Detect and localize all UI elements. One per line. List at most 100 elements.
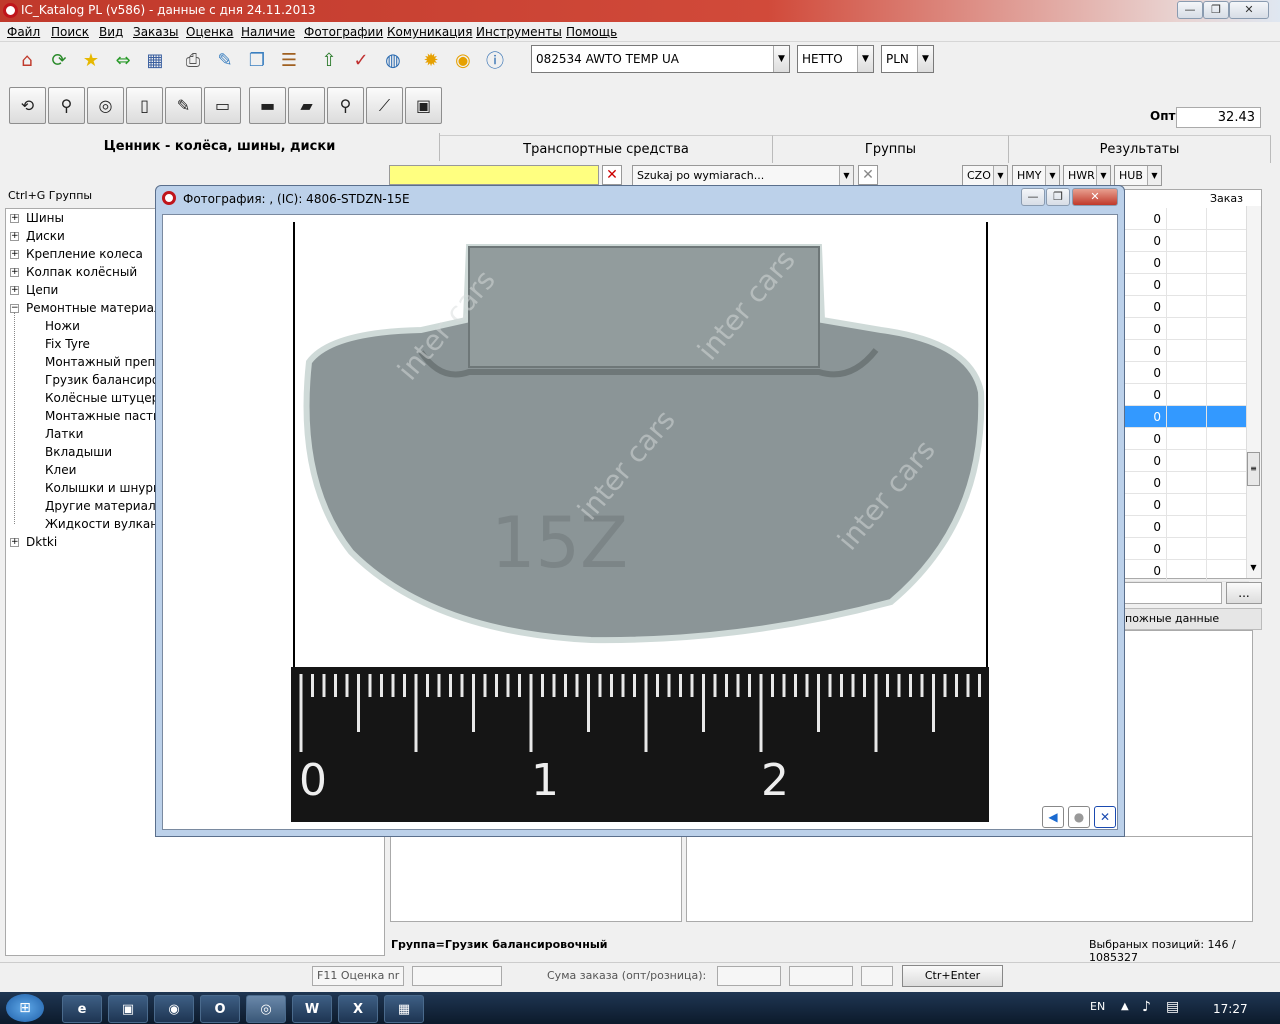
photo-maximize-button[interactable]: ❐: [1046, 188, 1070, 206]
menu-view[interactable]: Вид: [99, 25, 123, 39]
price-type-select[interactable]: НЕТТО ▼: [797, 45, 874, 73]
table-row[interactable]: 0: [1124, 406, 1249, 428]
expand-icon[interactable]: +: [10, 286, 19, 295]
table-row[interactable]: 0: [1124, 208, 1249, 230]
menu-file[interactable]: Файл: [7, 25, 40, 39]
start-button[interactable]: ⊞: [6, 994, 44, 1022]
dimension-search-select[interactable]: Szukaj po wymiarach... ▼: [632, 165, 854, 186]
close-photo-button[interactable]: ✕: [1094, 806, 1116, 828]
details-tab[interactable]: пожные данные: [1120, 608, 1262, 630]
ie-icon[interactable]: e: [62, 995, 102, 1023]
info-icon[interactable]: ⓘ: [482, 47, 508, 73]
menu-availability[interactable]: Наличие: [241, 25, 295, 39]
tree-sub-item[interactable]: Fix Tyre: [45, 337, 90, 351]
check-doc-icon[interactable]: ✓: [348, 47, 374, 73]
network-icon[interactable]: ▤: [1166, 999, 1179, 1015]
arrows-icon[interactable]: ⇔: [110, 47, 136, 73]
notes-icon[interactable]: ☰: [276, 47, 302, 73]
refresh-icon[interactable]: ⟳: [46, 47, 72, 73]
home-icon[interactable]: ⌂: [14, 47, 40, 73]
tree-item[interactable]: Шины: [26, 211, 64, 225]
volume-icon[interactable]: ♪: [1142, 999, 1151, 1015]
trailer-button[interactable]: ▭: [204, 87, 241, 124]
save-icon[interactable]: ▣: [108, 995, 148, 1023]
tree-item[interactable]: Колпак колёсный: [26, 265, 137, 279]
hub-select[interactable]: HUB ▼: [1114, 165, 1162, 186]
tree-sub-item[interactable]: Колышки и шнуры: [45, 481, 162, 495]
tab-price-list[interactable]: Ценник - колёса, шины, диски: [0, 133, 440, 161]
menu-search[interactable]: Поиск: [51, 25, 89, 39]
currency-select[interactable]: PLN ▼: [881, 45, 934, 73]
grid-input[interactable]: [1122, 582, 1222, 604]
table-row[interactable]: 0: [1124, 296, 1249, 318]
menu-tools[interactable]: Инструменты: [476, 25, 562, 39]
tree-sub-item[interactable]: Ножи: [45, 319, 80, 333]
table-row[interactable]: 0: [1124, 428, 1249, 450]
table-row[interactable]: 0: [1124, 472, 1249, 494]
reset-button[interactable]: ⟲: [9, 87, 46, 124]
tree-sub-item[interactable]: Латки: [45, 427, 83, 441]
f11-estimate-button[interactable]: F11 Оценка nr: [312, 966, 404, 986]
tray-arrow-icon[interactable]: ▲: [1121, 1001, 1129, 1012]
tree-sub-item[interactable]: Вкладыши: [45, 445, 112, 459]
czo-select[interactable]: CZO ▼: [962, 165, 1008, 186]
table-row[interactable]: 0: [1124, 318, 1249, 340]
tree-item[interactable]: Ремонтные материалы: [26, 301, 171, 315]
tools-button[interactable]: ✎: [165, 87, 202, 124]
tree-sub-item[interactable]: Монтажные пасты: [45, 409, 162, 423]
table-row[interactable]: 0: [1124, 230, 1249, 252]
calculator-icon[interactable]: ▦: [142, 47, 168, 73]
print-icon[interactable]: ⎙: [180, 47, 206, 73]
more-button[interactable]: ...: [1226, 582, 1262, 604]
expand-icon[interactable]: +: [10, 538, 19, 547]
scroll-down-icon[interactable]: ▼: [1247, 563, 1260, 577]
tires-button[interactable]: ◎: [87, 87, 124, 124]
tree-item[interactable]: Крепление колеса: [26, 247, 143, 261]
van-button[interactable]: ▰: [288, 87, 325, 124]
expand-icon[interactable]: +: [10, 214, 19, 223]
coins-icon[interactable]: ◉: [450, 47, 476, 73]
expand-icon[interactable]: +: [10, 268, 19, 277]
table-row[interactable]: 0: [1124, 384, 1249, 406]
tree-sub-item[interactable]: Колёсные штуцера: [45, 391, 167, 405]
word-icon[interactable]: W: [292, 995, 332, 1023]
chevron-down-icon[interactable]: ▼: [917, 46, 933, 72]
table-row[interactable]: 0: [1124, 362, 1249, 384]
table-row[interactable]: 0: [1124, 252, 1249, 274]
outlook-icon[interactable]: O: [200, 995, 240, 1023]
screwdriver-button[interactable]: ⟋: [366, 87, 403, 124]
menu-orders[interactable]: Заказы: [133, 25, 179, 39]
chevron-down-icon[interactable]: ▼: [1096, 166, 1110, 185]
star-icon[interactable]: ★: [78, 47, 104, 73]
expand-icon[interactable]: +: [10, 232, 19, 241]
bike-button[interactable]: ⚲: [327, 87, 364, 124]
table-row[interactable]: 0: [1124, 516, 1249, 538]
battery-button[interactable]: ▯: [126, 87, 163, 124]
menu-communication[interactable]: Комуникация: [387, 25, 472, 39]
close-button[interactable]: ✕: [1229, 1, 1269, 19]
tree-sub-item[interactable]: Другие материалы: [45, 499, 165, 513]
table-row[interactable]: 0: [1124, 340, 1249, 362]
tab-vehicles[interactable]: Транспортные средства: [440, 135, 773, 163]
tractor-button[interactable]: ▣: [405, 87, 442, 124]
table-row[interactable]: 0: [1124, 560, 1249, 582]
clear-icon[interactable]: ✕: [602, 165, 622, 185]
menu-photos[interactable]: Фотографии: [304, 25, 383, 39]
tree-item[interactable]: Цепи: [26, 283, 58, 297]
upload-icon[interactable]: ⇧: [316, 47, 342, 73]
tab-groups[interactable]: Группы: [773, 135, 1009, 163]
language-indicator[interactable]: EN: [1090, 1000, 1105, 1013]
gear-icon[interactable]: ✹: [418, 47, 444, 73]
client-select[interactable]: 082534 AWTO TEMP UA ▼: [531, 45, 790, 73]
firefox-icon[interactable]: ◉: [154, 995, 194, 1023]
excel-icon[interactable]: X: [338, 995, 378, 1023]
documents-icon[interactable]: ❐: [244, 47, 270, 73]
car-button[interactable]: ▬: [249, 87, 286, 124]
globe-icon[interactable]: ◍: [380, 47, 406, 73]
tab-results[interactable]: Результаты: [1009, 135, 1271, 163]
scrollbar-thumb[interactable]: ≡: [1247, 452, 1260, 486]
motorcycle-button[interactable]: ⚲: [48, 87, 85, 124]
menu-estimate[interactable]: Оценка: [186, 25, 233, 39]
photo-minimize-button[interactable]: —: [1021, 188, 1045, 206]
hmy-select[interactable]: HMY ▼: [1012, 165, 1060, 186]
